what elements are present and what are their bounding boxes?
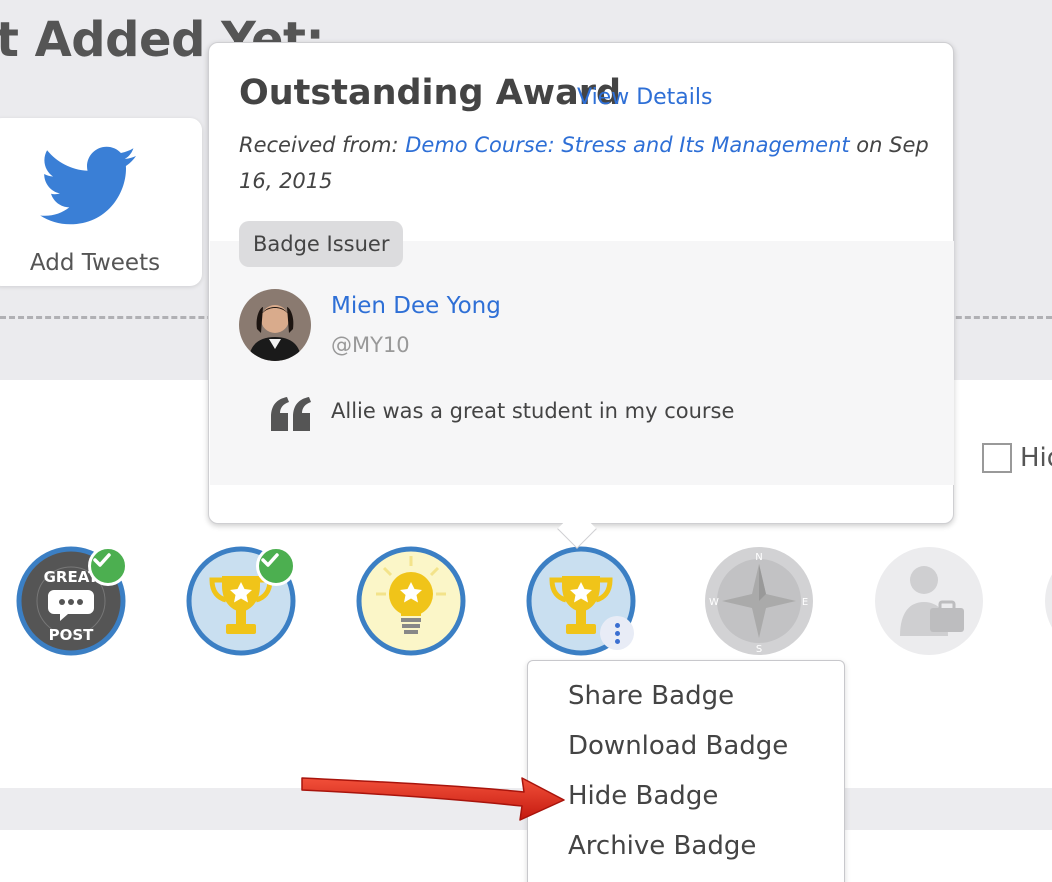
- received-from-text: Received from: Demo Course: Stress and I…: [239, 127, 939, 199]
- compass-badge[interactable]: N S W E: [704, 546, 814, 656]
- professional-badge[interactable]: [874, 546, 984, 656]
- hide-badge-item[interactable]: Hide Badge: [568, 781, 718, 811]
- issuer-comment: Allie was a great student in my course: [331, 399, 735, 423]
- issuer-section: [210, 241, 954, 485]
- bottom-section: [0, 830, 1052, 882]
- course-link[interactable]: Demo Course: Stress and Its Management: [405, 133, 849, 157]
- issuer-name-link[interactable]: Mien Dee Yong: [331, 293, 501, 319]
- accepted-check-icon: [256, 546, 296, 586]
- badge-details-popover: Outstanding Award View Details Received …: [208, 42, 954, 549]
- add-tweets-card[interactable]: Add Tweets: [0, 118, 202, 286]
- svg-text:S: S: [756, 644, 762, 655]
- badge-options-menu: Share Badge Download Badge Hide Badge Ar…: [527, 660, 845, 882]
- svg-text:W: W: [709, 597, 719, 608]
- avatar[interactable]: [239, 289, 311, 361]
- download-badge-item[interactable]: Download Badge: [568, 731, 788, 761]
- badge-issuer-chip: Badge Issuer: [239, 221, 404, 267]
- archive-badge-item[interactable]: Archive Badge: [568, 831, 756, 861]
- svg-text:E: E: [802, 597, 808, 608]
- share-badge-item[interactable]: Share Badge: [568, 681, 734, 711]
- received-prefix: Received from:: [239, 133, 406, 157]
- badge-options-icon[interactable]: [600, 616, 634, 650]
- hide-badges-checkbox[interactable]: Hid: [982, 443, 1052, 473]
- twitter-bird-icon: [40, 144, 140, 234]
- outstanding-award-badge[interactable]: [526, 546, 636, 656]
- view-details-link[interactable]: View Details: [577, 85, 712, 110]
- annotation-arrow-icon: [296, 764, 568, 828]
- issuer-handle: @MY10: [331, 333, 410, 357]
- svg-text:N: N: [755, 552, 762, 563]
- accepted-check-icon: [88, 546, 128, 586]
- svg-text:POST: POST: [49, 626, 95, 644]
- lightbulb-badge[interactable]: [356, 546, 466, 656]
- add-tweets-label: Add Tweets: [29, 250, 161, 276]
- partial-badge[interactable]: [1044, 546, 1052, 656]
- quote-icon: [269, 397, 313, 435]
- badge-title: Outstanding Award: [239, 73, 622, 113]
- hide-checkbox-label: Hid: [1020, 443, 1052, 473]
- great-post-badge[interactable]: GREAT POST: [16, 546, 128, 656]
- trophy-badge[interactable]: [186, 546, 296, 656]
- checkbox-box[interactable]: [982, 443, 1012, 473]
